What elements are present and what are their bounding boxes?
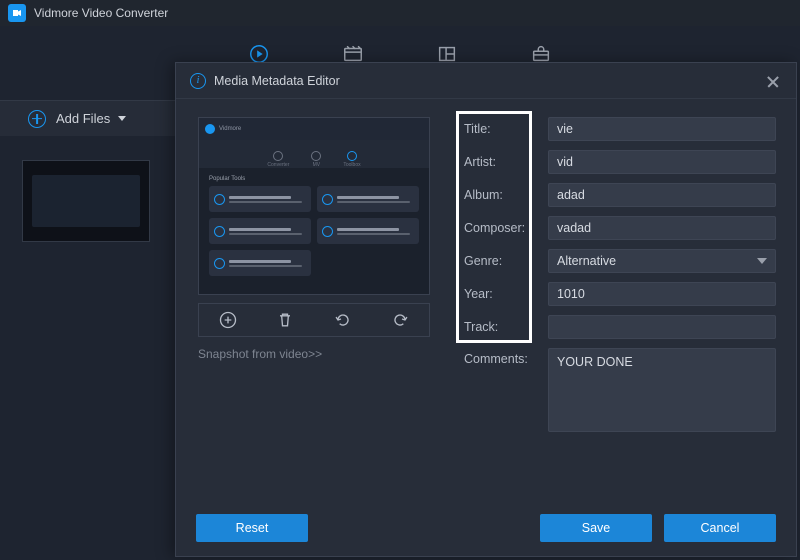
composer-field[interactable] — [548, 216, 776, 240]
cancel-button[interactable]: Cancel — [664, 514, 776, 542]
preview-header: Vidmore — [199, 118, 429, 140]
preview-subtitle: Popular Tools — [209, 176, 419, 182]
modal-body: Vidmore Converter MV Toolbox Popular Too… — [176, 99, 796, 500]
close-icon[interactable] — [764, 72, 782, 90]
thumbnail-image — [32, 175, 140, 228]
chevron-down-icon — [757, 258, 767, 264]
info-icon: i — [190, 73, 206, 89]
label-comments: Comments: — [464, 348, 538, 366]
save-button[interactable]: Save — [540, 514, 652, 542]
titlebar: Vidmore Video Converter — [0, 0, 800, 26]
reset-button[interactable]: Reset — [196, 514, 308, 542]
add-files-label: Add Files — [56, 111, 110, 126]
add-snapshot-button[interactable] — [215, 307, 241, 333]
label-genre: Genre: — [464, 254, 538, 268]
label-year: Year: — [464, 287, 538, 301]
modal-footer: Reset Save Cancel — [176, 500, 796, 556]
preview-column: Vidmore Converter MV Toolbox Popular Too… — [198, 117, 430, 490]
snapshot-tools — [198, 303, 430, 337]
preview-tabs: Converter MV Toolbox — [199, 140, 429, 168]
redo-button[interactable] — [387, 307, 413, 333]
comments-field[interactable] — [548, 348, 776, 432]
genre-value: Alternative — [557, 254, 616, 268]
media-thumbnail[interactable] — [22, 160, 150, 242]
app-icon — [8, 4, 26, 22]
label-track: Track: — [464, 320, 538, 334]
chevron-down-icon — [118, 116, 126, 121]
metadata-form: Title: Artist: Album: Composer: Genre: A… — [464, 117, 776, 490]
label-artist: Artist: — [464, 155, 538, 169]
app-title: Vidmore Video Converter — [34, 6, 168, 20]
modal-header: i Media Metadata Editor — [176, 63, 796, 99]
label-composer: Composer: — [464, 221, 538, 235]
plus-circle-icon — [28, 110, 46, 128]
modal-title: Media Metadata Editor — [214, 74, 340, 88]
delete-snapshot-button[interactable] — [272, 307, 298, 333]
label-title: Title: — [464, 122, 538, 136]
track-field[interactable] — [548, 315, 776, 339]
metadata-editor-modal: i Media Metadata Editor Vidmore Converte… — [175, 62, 797, 557]
undo-button[interactable] — [330, 307, 356, 333]
snapshot-preview: Vidmore Converter MV Toolbox Popular Too… — [198, 117, 430, 295]
artist-field[interactable] — [548, 150, 776, 174]
snapshot-from-video-link[interactable]: Snapshot from video>> — [198, 347, 430, 361]
genre-select[interactable]: Alternative — [548, 249, 776, 273]
label-album: Album: — [464, 188, 538, 202]
album-field[interactable] — [548, 183, 776, 207]
add-files-button[interactable]: Add Files — [0, 100, 175, 136]
year-field[interactable] — [548, 282, 776, 306]
title-field[interactable] — [548, 117, 776, 141]
